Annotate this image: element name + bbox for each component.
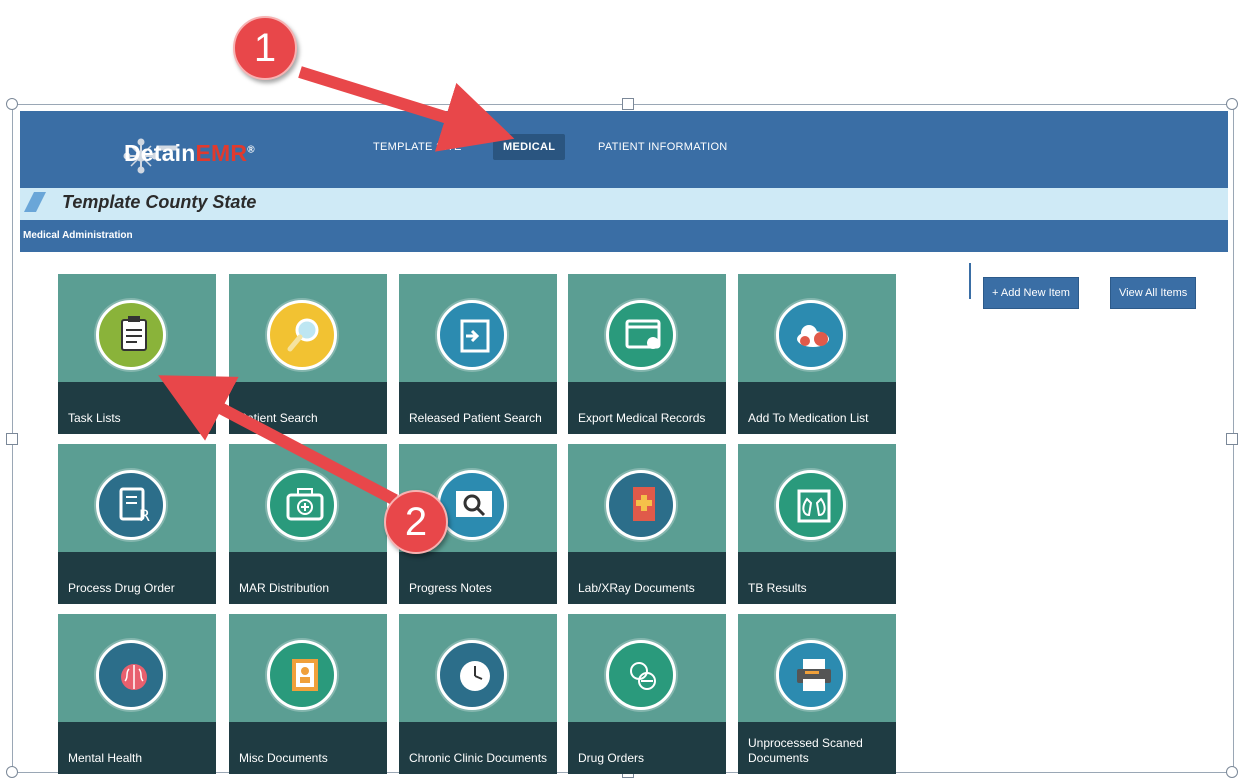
callout-1: 1 xyxy=(233,16,297,80)
callout-2: 2 xyxy=(384,490,448,554)
arrow-1 xyxy=(298,66,515,152)
annotation-arrows xyxy=(158,66,515,506)
arrow-2 xyxy=(158,375,398,506)
